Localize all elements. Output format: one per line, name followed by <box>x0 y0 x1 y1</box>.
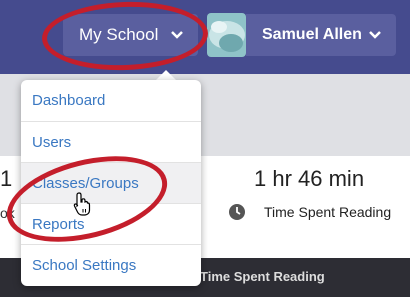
time-spent-label: Time Spent Reading <box>264 204 392 220</box>
stat-value-left: 1 <box>0 166 13 191</box>
chevron-down-icon <box>369 31 381 39</box>
user-menu-button[interactable]: Samuel Allen <box>246 14 396 56</box>
user-name: Samuel Allen <box>262 26 362 43</box>
avatar-image-icon <box>207 13 246 57</box>
menu-item-dashboard[interactable]: Dashboard <box>21 80 201 121</box>
menu-item-school-settings[interactable]: School Settings <box>21 244 201 285</box>
table-header-time-spent[interactable]: Time Spent Reading <box>200 269 325 284</box>
clock-icon <box>229 204 245 220</box>
avatar[interactable] <box>207 13 246 57</box>
time-spent-value: 1 hr 46 min <box>254 166 365 191</box>
hand-pointer-icon <box>73 192 91 216</box>
